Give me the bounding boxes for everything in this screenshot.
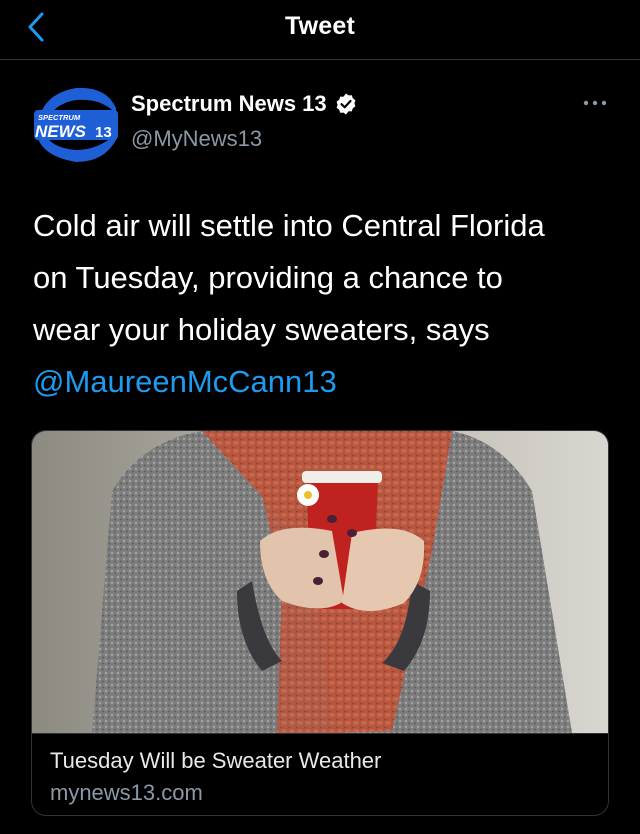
mention-link[interactable]: @MaureenMcCann13 [33, 356, 613, 408]
author-name-text: Spectrum News 13 [131, 91, 327, 116]
tweet-text-line: wear your holiday sweaters, says [33, 312, 490, 347]
author-handle[interactable]: @MyNews13 [131, 126, 262, 152]
more-horizontal-icon[interactable] [582, 96, 608, 110]
card-meta: Tuesday Will be Sweater Weather mynews13… [32, 733, 608, 815]
tweet-text: Cold air will settle into Central Florid… [33, 200, 613, 408]
svg-text:13: 13 [95, 124, 112, 141]
tweet-detail-screen: Tweet SPECTRUM NEWS 13 Spectrum News 13 … [0, 0, 640, 834]
verified-badge-icon [336, 93, 356, 115]
avatar[interactable]: SPECTRUM NEWS 13 [32, 80, 120, 168]
tweet-text-line: Cold air will settle into Central Florid… [33, 208, 545, 243]
link-preview-card[interactable]: Tuesday Will be Sweater Weather mynews13… [31, 430, 609, 816]
card-title: Tuesday Will be Sweater Weather [50, 748, 382, 773]
card-domain: mynews13.com [50, 780, 203, 805]
card-image [32, 431, 608, 733]
top-nav-bar: Tweet [0, 0, 640, 60]
svg-text:NEWS: NEWS [35, 122, 87, 141]
tweet-text-line: on Tuesday, providing a chance to [33, 260, 503, 295]
svg-text:SPECTRUM: SPECTRUM [38, 113, 81, 122]
author-name[interactable]: Spectrum News 13 [131, 91, 358, 117]
page-title: Tweet [285, 12, 355, 40]
